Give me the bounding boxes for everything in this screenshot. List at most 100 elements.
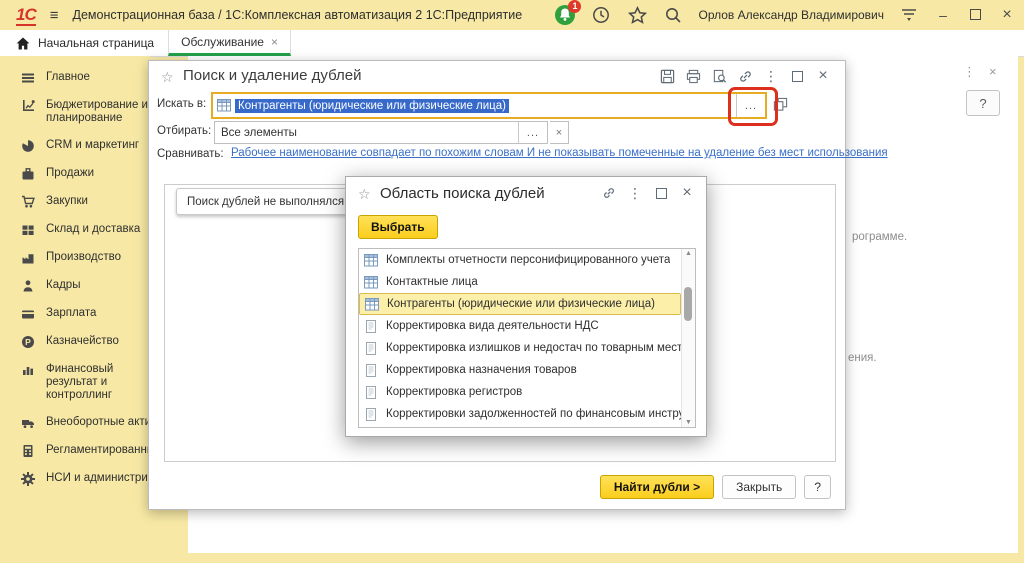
list-item[interactable]: Корректировки задолженностей по финансов… (359, 403, 681, 425)
modal-maximize-icon[interactable] (654, 186, 668, 200)
close-window-button[interactable]: × (998, 6, 1016, 24)
sidebar-item-treasury[interactable]: Р Казначейство (0, 328, 150, 356)
sidebar-item-admin[interactable]: НСИ и администрирование (0, 465, 150, 493)
list-item-label: Корректировка вида деятельности НДС (386, 320, 599, 332)
list-item-label: Комплекты отчетности персонифицированног… (386, 254, 670, 266)
catalog-table-icon (217, 99, 231, 112)
favorites-button[interactable] (626, 4, 648, 26)
print-icon[interactable] (685, 68, 701, 84)
salary-icon (20, 307, 36, 321)
search-in-field[interactable]: Контрагенты (юридические или физические … (211, 92, 767, 119)
sidebar-item-assets[interactable]: Внеоборотные активы (0, 409, 150, 437)
main-menu-icon[interactable]: ≡ (50, 7, 59, 24)
table-icon (364, 276, 378, 289)
filter-clear-button[interactable]: × (550, 121, 569, 144)
history-button[interactable] (590, 4, 612, 26)
list-item-label: Корректировки задолженностей по финансов… (386, 408, 681, 420)
dialog-maximize-icon[interactable] (789, 68, 805, 84)
list-item[interactable]: Контактные лица (359, 271, 681, 293)
sidebar-item-label: Закупки (46, 195, 88, 208)
sidebar-item-label: Регламентированный учет (46, 444, 150, 457)
search-icon (664, 6, 682, 24)
sidebar-item-crm[interactable]: CRM и маркетинг (0, 132, 150, 160)
menu-icon (20, 71, 36, 85)
sidebar-item-menu[interactable]: Главное (0, 64, 150, 92)
sidebar-item-purchases[interactable]: Закупки (0, 188, 150, 216)
maximize-icon (970, 9, 981, 20)
service-menu-button[interactable] (898, 4, 920, 26)
list-item[interactable]: Корректировка излишков и недостач по тов… (359, 337, 681, 359)
tab-service[interactable]: Обслуживание × (168, 30, 291, 56)
list-item-label: Корректировка излишков и недостач по тов… (386, 342, 681, 354)
compare-label: Сравнивать: (157, 148, 224, 160)
background-more-icon[interactable]: ⋮ (963, 64, 976, 80)
purchases-icon (20, 195, 36, 209)
list-item[interactable]: Комплекты отчетности персонифицированног… (359, 249, 681, 271)
scrollbar-thumb[interactable] (684, 287, 692, 321)
find-duplicates-button[interactable]: Найти дубли > (600, 475, 714, 499)
favorite-star-icon[interactable]: ☆ (358, 186, 371, 203)
list-item[interactable]: Корректировка вида деятельности НДС (359, 315, 681, 337)
tab-close-icon[interactable]: × (271, 35, 278, 49)
search-button[interactable] (662, 4, 684, 26)
current-user[interactable]: Орлов Александр Владимирович (698, 8, 884, 22)
background-text-fragment: ения. (848, 352, 877, 364)
background-close-icon[interactable]: × (989, 64, 997, 79)
sidebar-item-label: Главное (46, 71, 90, 84)
dialog-title: Поиск и удаление дублей (183, 67, 361, 84)
sidebar-item-salary[interactable]: Зарплата (0, 300, 150, 328)
sidebar-item-sales[interactable]: Продажи (0, 160, 150, 188)
list-item[interactable]: Корректировка регистров (359, 381, 681, 403)
sidebar-item-planning[interactable]: Бюджетирование и планирование (0, 92, 150, 132)
get-link-icon[interactable] (602, 186, 616, 200)
more-actions-icon[interactable]: ⋮ (763, 68, 779, 84)
svg-text:Р: Р (25, 337, 31, 347)
sidebar-item-label: CRM и маркетинг (46, 139, 139, 152)
filter-choose-button[interactable]: ... (518, 122, 547, 143)
background-text-fragment: рограмме. (852, 231, 907, 243)
list-scrollbar[interactable]: ▲ ▼ (681, 249, 695, 427)
list-item-selected[interactable]: Контрагенты (юридические или физические … (359, 293, 681, 315)
app-title: Демонстрационная база / 1С:Комплексная а… (73, 8, 523, 22)
sidebar-item-finance[interactable]: Финансовый результат и контроллинг (0, 356, 150, 409)
sidebar-item-production[interactable]: Производство (0, 244, 150, 272)
treasury-icon: Р (20, 335, 36, 349)
sidebar-item-label: Продажи (46, 167, 94, 180)
production-icon (20, 251, 36, 265)
annotation-highlight-rectangle (728, 87, 778, 126)
dialog-close-icon[interactable]: × (815, 68, 831, 84)
save-icon[interactable] (659, 68, 675, 84)
sidebar-item-label: Казначейство (46, 335, 119, 348)
favorite-star-icon[interactable]: ☆ (161, 69, 174, 86)
tab-bar: Начальная страница Обслуживание × (0, 30, 1024, 57)
maximize-button[interactable] (966, 7, 984, 23)
regulated-icon (20, 444, 36, 458)
compare-rule-link[interactable]: Рабочее наименование совпадает по похожи… (231, 147, 831, 159)
preview-icon[interactable] (711, 68, 727, 84)
table-icon (364, 254, 378, 267)
get-link-icon[interactable] (737, 68, 753, 84)
sidebar-item-hr[interactable]: Кадры (0, 272, 150, 300)
scroll-up-icon[interactable]: ▲ (682, 250, 695, 257)
select-button[interactable]: Выбрать (358, 215, 438, 239)
close-dialog-button[interactable]: Закрыть (722, 475, 796, 499)
minimize-button[interactable]: – (934, 7, 952, 23)
modal-close-icon[interactable]: × (680, 186, 694, 200)
background-help-button[interactable]: ? (966, 90, 1000, 116)
list-item[interactable]: Корректировка назначения товаров (359, 359, 681, 381)
home-page-button[interactable]: Начальная страница (0, 30, 168, 56)
list-item-label: Корректировка назначения товаров (386, 364, 577, 376)
crm-icon (20, 139, 36, 153)
more-actions-icon[interactable]: ⋮ (628, 186, 642, 200)
sidebar-item-regulated[interactable]: Регламентированный учет (0, 437, 150, 465)
sidebar-item-warehouse[interactable]: Склад и доставка (0, 216, 150, 244)
sidebar-item-label: Финансовый результат и контроллинг (46, 363, 150, 402)
filter-field[interactable]: Все элементы ... (214, 121, 548, 144)
notifications-button[interactable]: 1 (554, 4, 576, 26)
maximize-icon (656, 188, 667, 199)
help-button[interactable]: ? (804, 475, 831, 499)
title-bar: 1С ≡ Демонстрационная база / 1С:Комплекс… (0, 0, 1024, 30)
document-icon (364, 342, 378, 355)
document-icon (364, 320, 378, 333)
scroll-down-icon[interactable]: ▼ (682, 419, 695, 426)
